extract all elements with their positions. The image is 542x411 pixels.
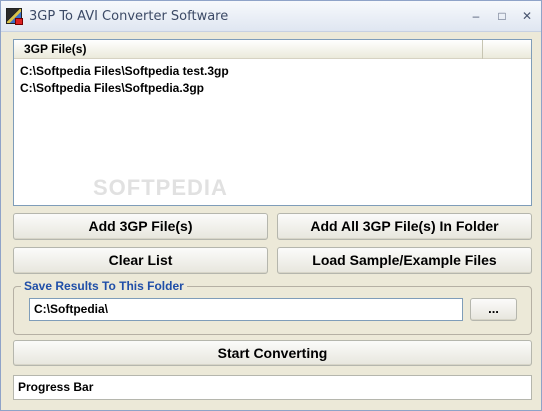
add-3gp-files-button[interactable]: Add 3GP File(s) bbox=[13, 213, 268, 240]
window-title: 3GP To AVI Converter Software bbox=[29, 9, 229, 24]
client-area: 3GP File(s) C:\Softpedia Files\Softpedia… bbox=[2, 33, 541, 410]
browse-button[interactable]: ... bbox=[470, 298, 517, 321]
file-list[interactable]: 3GP File(s) C:\Softpedia Files\Softpedia… bbox=[13, 39, 532, 206]
load-samples-button[interactable]: Load Sample/Example Files bbox=[277, 247, 532, 274]
save-results-group: Save Results To This Folder C:\Softpedia… bbox=[13, 279, 532, 335]
app-icon[interactable] bbox=[6, 8, 23, 25]
list-item[interactable]: C:\Softpedia Files\Softpedia test.3gp bbox=[20, 63, 229, 79]
add-folder-button[interactable]: Add All 3GP File(s) In Folder bbox=[277, 213, 532, 240]
close-icon[interactable]: ✕ bbox=[516, 6, 538, 26]
clear-list-button[interactable]: Clear List bbox=[13, 247, 268, 274]
start-converting-button[interactable]: Start Converting bbox=[13, 340, 532, 366]
app-window: 3GP To AVI Converter Software – □ ✕ 3GP … bbox=[0, 0, 542, 411]
list-item[interactable]: C:\Softpedia Files\Softpedia.3gp bbox=[20, 80, 204, 96]
save-results-label: Save Results To This Folder bbox=[21, 279, 187, 293]
column-header-3gp-files[interactable]: 3GP File(s) bbox=[14, 40, 483, 59]
progress-bar: Progress Bar bbox=[13, 375, 532, 400]
title-bar[interactable]: 3GP To AVI Converter Software – □ ✕ bbox=[1, 1, 541, 32]
maximize-icon[interactable]: □ bbox=[491, 6, 513, 26]
list-header: 3GP File(s) bbox=[14, 40, 531, 59]
output-folder-field[interactable]: C:\Softpedia\ bbox=[29, 298, 463, 321]
minimize-icon[interactable]: – bbox=[465, 6, 487, 26]
